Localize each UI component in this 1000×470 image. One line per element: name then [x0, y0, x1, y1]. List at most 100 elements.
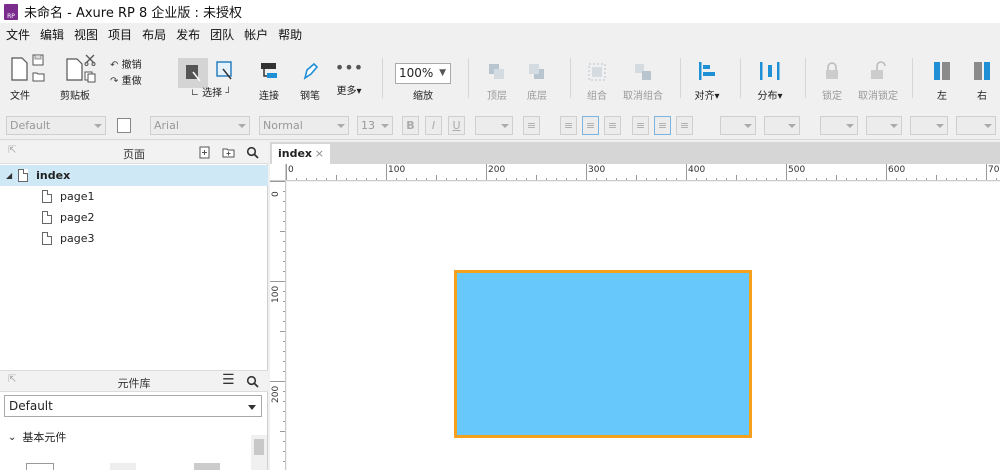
connect-label: 连接	[259, 91, 279, 102]
pen-button[interactable]: 钢笔	[296, 60, 324, 102]
select-label-group: ∟ 选择 ┘	[190, 88, 232, 99]
undo-icon: ↶	[110, 60, 119, 71]
menu-layout[interactable]: 布局	[142, 26, 166, 43]
group-button[interactable]: 组合	[582, 62, 612, 102]
align-left-icon	[699, 62, 715, 80]
font-weight-select[interactable]: Normal	[259, 116, 349, 135]
page-tree-item-page1[interactable]: page1	[0, 186, 268, 207]
bold-button[interactable]: B	[402, 116, 419, 135]
menu-view[interactable]: 视图	[74, 26, 98, 43]
open-folder-icon[interactable]	[32, 71, 45, 82]
page-label: index	[36, 169, 71, 182]
connect-button[interactable]: 连接	[255, 60, 283, 102]
send-to-back-icon	[529, 64, 544, 79]
align-text-right-icon[interactable]: ≡	[604, 116, 621, 135]
copy-icon[interactable]	[84, 71, 96, 83]
library-category-basic[interactable]: ⌄ 基本元件	[8, 429, 66, 445]
library-select-value: Default	[9, 399, 53, 413]
menu-help[interactable]: 帮助	[278, 26, 302, 43]
add-page-icon[interactable]	[198, 146, 211, 159]
shadow-picker[interactable]	[764, 116, 800, 135]
fill-color-picker[interactable]	[720, 116, 756, 135]
menu-file[interactable]: 文件	[6, 26, 30, 43]
send-to-back-button[interactable]: 底层	[522, 62, 552, 102]
font-family-select[interactable]: Arial	[150, 116, 250, 135]
lock-button[interactable]: 锁定	[818, 60, 846, 102]
page-tree-item-page2[interactable]: page2	[0, 207, 268, 228]
style-select[interactable]: Default	[6, 116, 106, 135]
zoom-value: 100%	[399, 66, 434, 80]
distribute-button[interactable]: 分布▾	[752, 60, 788, 102]
unlock-icon	[871, 61, 886, 79]
valign-middle-icon[interactable]: ≡	[654, 116, 671, 135]
pen-label: 钢笔	[300, 91, 320, 102]
valign-top-icon[interactable]: ≡	[632, 116, 649, 135]
left-label: 左	[937, 91, 947, 102]
horizontal-ruler: 0 100 200 300 400 500 600 70	[286, 164, 1000, 181]
undo-button[interactable]: ↶ 撤销	[110, 56, 152, 71]
page-tree-item-index[interactable]: ◢ index	[0, 165, 268, 186]
zoom-label: 缩放	[413, 91, 433, 102]
menu-team[interactable]: 团队	[210, 26, 234, 43]
rectangle-widget[interactable]	[454, 270, 752, 438]
collapse-triangle-icon[interactable]: ◢	[6, 171, 12, 180]
unlock-button[interactable]: 取消锁定	[856, 60, 900, 102]
bring-to-front-button[interactable]: 顶层	[482, 62, 512, 102]
close-icon[interactable]: ×	[315, 144, 324, 164]
bring-to-front-icon	[489, 64, 504, 79]
chevron-down-icon: ▼	[439, 68, 446, 78]
align-text-left-icon[interactable]: ≡	[560, 116, 577, 135]
file-button[interactable]: 文件	[6, 56, 34, 102]
underline-button[interactable]: U	[448, 116, 465, 135]
library-select[interactable]: Default	[4, 395, 262, 417]
menu-publish[interactable]: 发布	[176, 26, 200, 43]
menu-project[interactable]: 项目	[108, 26, 132, 43]
page-label: page1	[60, 190, 95, 203]
ruler-ticks	[270, 181, 285, 462]
right-pane-button[interactable]: 右	[968, 60, 996, 102]
scrollbar-thumb[interactable]	[254, 439, 264, 455]
widget-thumb-image[interactable]	[110, 463, 136, 470]
caret-down-icon: ▾	[777, 91, 783, 102]
line-color-picker[interactable]	[820, 116, 858, 135]
search-icon[interactable]	[246, 146, 259, 159]
menu-edit[interactable]: 编辑	[40, 26, 64, 43]
select-contain-icon	[216, 61, 232, 80]
widget-thumb-box[interactable]	[26, 463, 54, 470]
font-size-select[interactable]: 13	[357, 116, 393, 135]
zoom-select[interactable]: 100% ▼	[395, 63, 451, 84]
style-edit-icon[interactable]	[117, 118, 131, 133]
ruler-label: 100	[271, 285, 281, 303]
menu-account[interactable]: 帐户	[244, 26, 268, 43]
arrow-style-picker[interactable]	[956, 116, 996, 135]
tab-index[interactable]: index ×	[272, 144, 330, 164]
distribute-icon	[760, 62, 780, 80]
ungroup-icon	[635, 64, 651, 80]
font-color-picker[interactable]	[475, 116, 513, 135]
search-icon[interactable]	[246, 375, 259, 388]
select-contain-button[interactable]	[215, 60, 235, 85]
cut-icon[interactable]	[84, 54, 96, 66]
more-button[interactable]: ••• 更多▾	[332, 60, 366, 98]
line-width-picker[interactable]	[866, 116, 902, 135]
line-style-picker[interactable]	[910, 116, 948, 135]
library-scrollbar[interactable]	[251, 435, 267, 470]
italic-button[interactable]: I	[425, 116, 442, 135]
left-pane-button[interactable]: 左	[928, 60, 956, 102]
bullet-list-icon[interactable]: ≡	[523, 116, 540, 135]
hamburger-menu-icon[interactable]: ☰	[222, 372, 235, 388]
select-label: 选择	[202, 88, 223, 99]
widget-thumb-placeholder[interactable]	[194, 463, 220, 470]
pen-icon	[303, 62, 319, 80]
align-button[interactable]: 对齐▾	[690, 60, 724, 102]
unlock-label: 取消锁定	[858, 91, 898, 102]
save-icon[interactable]	[32, 54, 44, 66]
align-text-center-icon[interactable]: ≡	[582, 116, 599, 135]
valign-bottom-icon[interactable]: ≡	[676, 116, 693, 135]
page-tree-item-page3[interactable]: page3	[0, 228, 268, 249]
ruler-label: 400	[688, 165, 706, 175]
ungroup-button[interactable]: 取消组合	[620, 62, 666, 102]
ruler-label: 200	[488, 165, 506, 175]
add-folder-icon[interactable]	[222, 146, 235, 159]
redo-button[interactable]: ↷ 重做	[110, 72, 152, 87]
